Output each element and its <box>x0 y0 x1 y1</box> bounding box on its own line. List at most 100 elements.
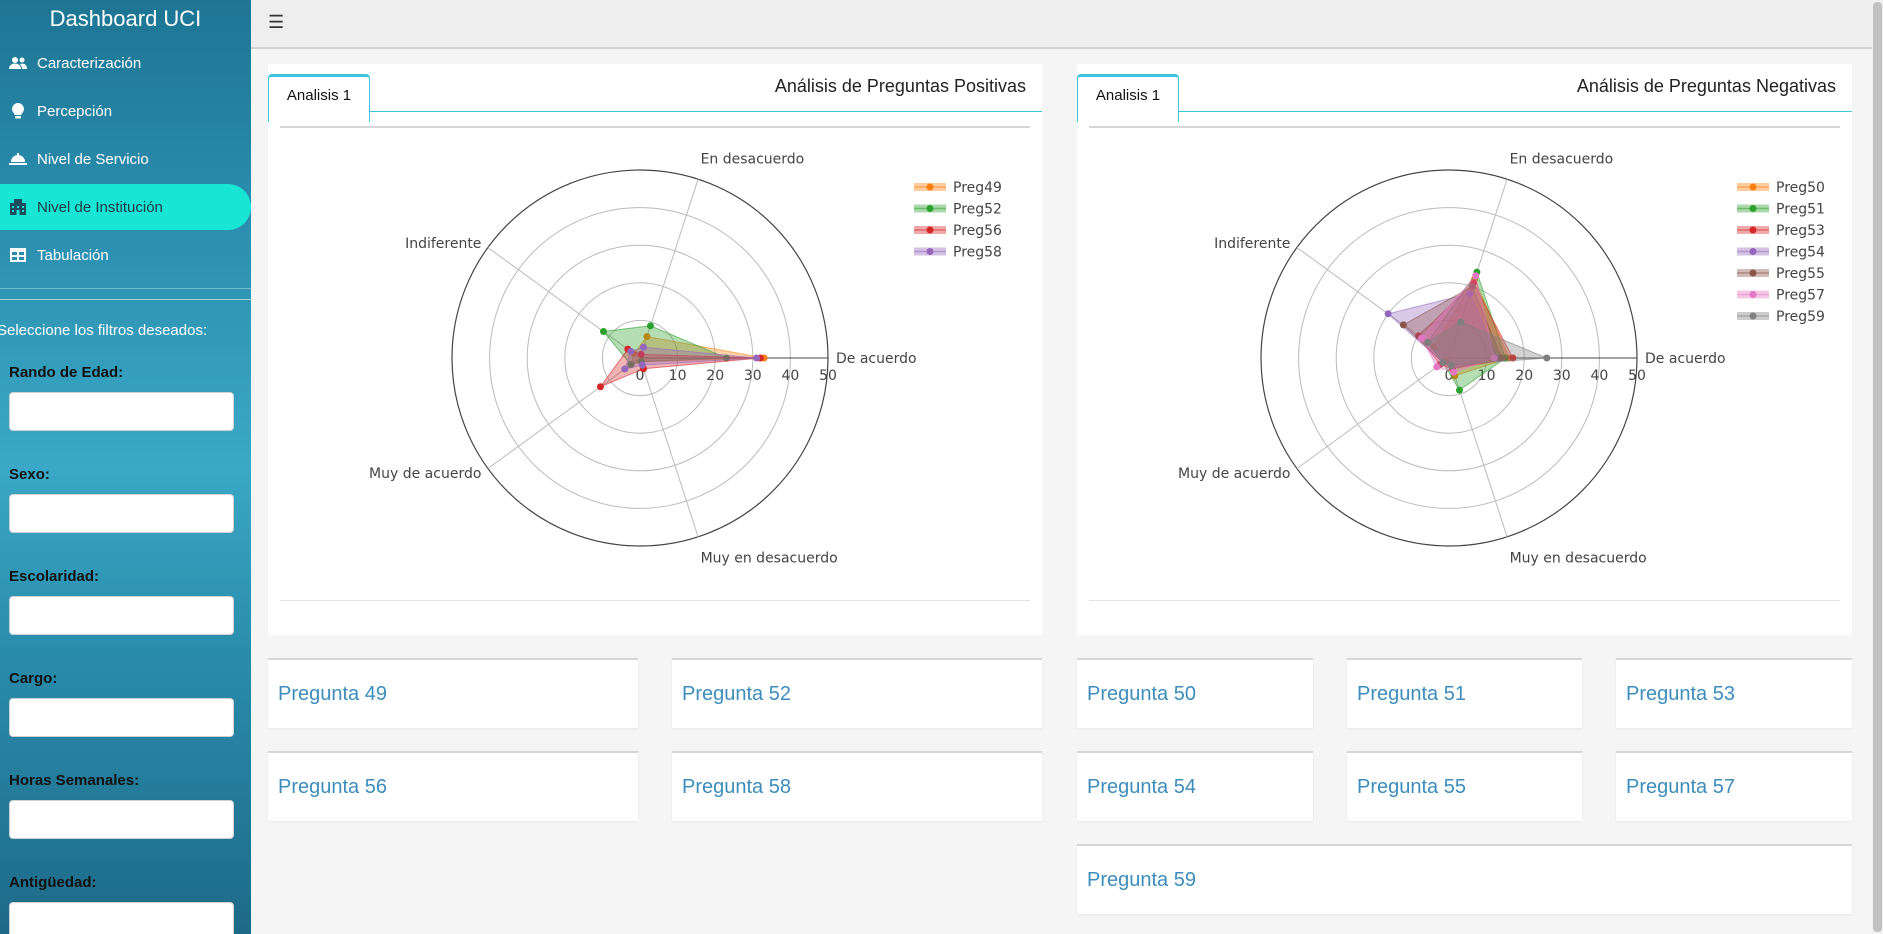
tab-analisis-1[interactable]: Analisis 1 <box>1077 74 1179 122</box>
data-point-preg57 <box>1450 368 1458 376</box>
question-card-54[interactable]: Pregunta 54 <box>1077 751 1313 821</box>
filter-label: Cargo: <box>9 670 58 687</box>
legend-label: Preg50 <box>1776 180 1825 196</box>
data-point-preg58 <box>627 347 635 355</box>
category-label: De acuerdo <box>1645 351 1726 367</box>
sidebar-item-tabulacion[interactable]: Tabulación <box>0 232 251 278</box>
sexo-select[interactable] <box>9 494 234 533</box>
filter-sexo: Sexo: <box>0 462 251 564</box>
legend-marker <box>926 205 934 212</box>
filter-label: Escolaridad: <box>9 568 100 585</box>
data-point-preg57 <box>1472 272 1480 280</box>
radial-tick-label: 40 <box>1590 368 1608 384</box>
legend-label: Preg57 <box>1776 288 1825 304</box>
legend-marker <box>1749 226 1757 234</box>
data-point-preg52 <box>599 327 607 335</box>
question-card-58[interactable]: Pregunta 58 <box>672 751 1042 821</box>
data-point-preg58 <box>639 343 647 351</box>
building-icon <box>9 199 27 215</box>
horas-select[interactable] <box>9 800 234 839</box>
radial-tick-label: 50 <box>819 368 837 384</box>
sidebar-item-nivel-institucion[interactable]: Nivel de Institución <box>0 184 251 230</box>
question-card-52[interactable]: Pregunta 52 <box>672 658 1042 728</box>
panel-title: Análisis de Preguntas Positivas <box>774 76 1026 96</box>
panel-title: Análisis de Preguntas Negativas <box>1576 76 1836 96</box>
data-point-preg52 <box>646 322 654 330</box>
legend-marker <box>1749 205 1757 212</box>
sidebar: Dashboard UCI Caracterización Percepción… <box>0 0 251 934</box>
legend-label: Preg51 <box>1776 202 1825 218</box>
question-card-49[interactable]: Pregunta 49 <box>268 658 638 728</box>
question-card-55[interactable]: Pregunta 55 <box>1347 751 1582 821</box>
category-label: En desacuerdo <box>1510 152 1614 168</box>
question-card-50[interactable]: Pregunta 50 <box>1077 658 1313 728</box>
category-label: Muy de acuerdo <box>1178 466 1290 482</box>
radial-tick-label: 20 <box>1515 368 1533 384</box>
radial-tick-label: 30 <box>744 368 762 384</box>
tab-analisis-1[interactable]: Analisis 1 <box>268 74 370 122</box>
sidebar-item-label: Percepción <box>37 102 113 120</box>
data-point-preg55 <box>1399 321 1407 329</box>
data-point-preg57 <box>1418 334 1426 342</box>
data-point-preg58 <box>638 361 646 369</box>
sidebar-item-label: Tabulación <box>37 246 109 264</box>
legend-label: Preg55 <box>1776 266 1825 282</box>
data-point-preg56 <box>596 383 604 391</box>
sidebar-item-nivel-servicio[interactable]: Nivel de Servicio <box>0 136 251 182</box>
question-card-56[interactable]: Pregunta 56 <box>268 751 638 821</box>
filter-edad: Rando de Edad: <box>0 360 251 462</box>
radial-tick-label: 20 <box>706 368 724 384</box>
service-bell-icon <box>9 151 27 167</box>
legend-label: Preg56 <box>953 223 1002 239</box>
radar-chart-positivas: 0 10 20 30 40 50 De acuerdo En desacuerdo Indife… <box>280 126 1030 601</box>
app-title: Dashboard UCI <box>49 6 202 31</box>
category-label: Muy de acuerdo <box>369 466 481 482</box>
radial-tick-label: 10 <box>669 368 687 384</box>
data-point-preg51 <box>1455 386 1463 394</box>
legend-marker <box>926 183 934 191</box>
cargo-select[interactable] <box>9 698 234 737</box>
legend-label: Preg58 <box>953 245 1002 261</box>
scrollbar[interactable] <box>1872 0 1883 934</box>
edad-select[interactable] <box>9 392 234 431</box>
data-point-preg58 <box>753 354 761 362</box>
legend-label: Preg49 <box>953 180 1002 196</box>
escolaridad-select[interactable] <box>9 596 234 635</box>
sidebar-item-caracterizacion[interactable]: Caracterización <box>0 40 251 86</box>
category-label: Muy en desacuerdo <box>701 550 838 566</box>
hamburger-icon[interactable]: ☰ <box>268 12 284 33</box>
filter-antiguedad: Antigüedad: <box>0 870 251 934</box>
radar-chart-svg: 0 10 20 30 40 50De acuerdoEn desacuerdoIndife… <box>1178 152 1825 567</box>
legend-label: Preg54 <box>1776 245 1825 261</box>
antiguedad-select[interactable] <box>9 902 234 934</box>
legend-marker <box>1749 269 1757 277</box>
filter-escolaridad: Escolaridad: <box>0 564 251 666</box>
filter-label: Antigüedad: <box>9 874 97 891</box>
scrollbar-thumb[interactable] <box>1873 2 1882 932</box>
panel-positivas: Analisis 1 Análisis de Preguntas Positiv… <box>268 64 1042 635</box>
filter-label: Rando de Edad: <box>9 364 124 381</box>
radial-tick-label: 30 <box>1553 368 1571 384</box>
question-card-51[interactable]: Pregunta 51 <box>1347 658 1582 728</box>
radar-chart-negativas: 0 10 20 30 40 50 De acuerdo En desacuerdo Indife… <box>1089 126 1840 601</box>
sidebar-item-percepcion[interactable]: Percepción <box>0 88 251 134</box>
filters-title: Seleccione los filtros deseados: <box>0 322 208 339</box>
question-card-53[interactable]: Pregunta 53 <box>1616 658 1852 728</box>
data-point-preg59 <box>1424 339 1432 347</box>
legend-marker <box>926 226 934 234</box>
filter-cargo: Cargo: <box>0 666 251 768</box>
category-label: En desacuerdo <box>701 152 805 168</box>
data-point-preg59 <box>1439 358 1447 366</box>
legend-label: Preg53 <box>1776 223 1825 239</box>
radar-chart-svg: 0 10 20 30 40 50De acuerdoEn desacuerdoIndife… <box>369 152 1002 567</box>
filter-horas: Horas Semanales: <box>0 768 251 870</box>
question-card-59[interactable]: Pregunta 59 <box>1077 844 1852 914</box>
table-icon <box>9 247 27 263</box>
sidebar-item-label: Nivel de Servicio <box>37 150 149 168</box>
question-card-57[interactable]: Pregunta 57 <box>1616 751 1852 821</box>
filter-label: Horas Semanales: <box>9 772 140 789</box>
legend-marker <box>1749 291 1757 298</box>
data-point-preg59 <box>1543 354 1551 362</box>
legend-label: Preg52 <box>953 202 1002 218</box>
category-label: Indiferente <box>405 236 481 252</box>
